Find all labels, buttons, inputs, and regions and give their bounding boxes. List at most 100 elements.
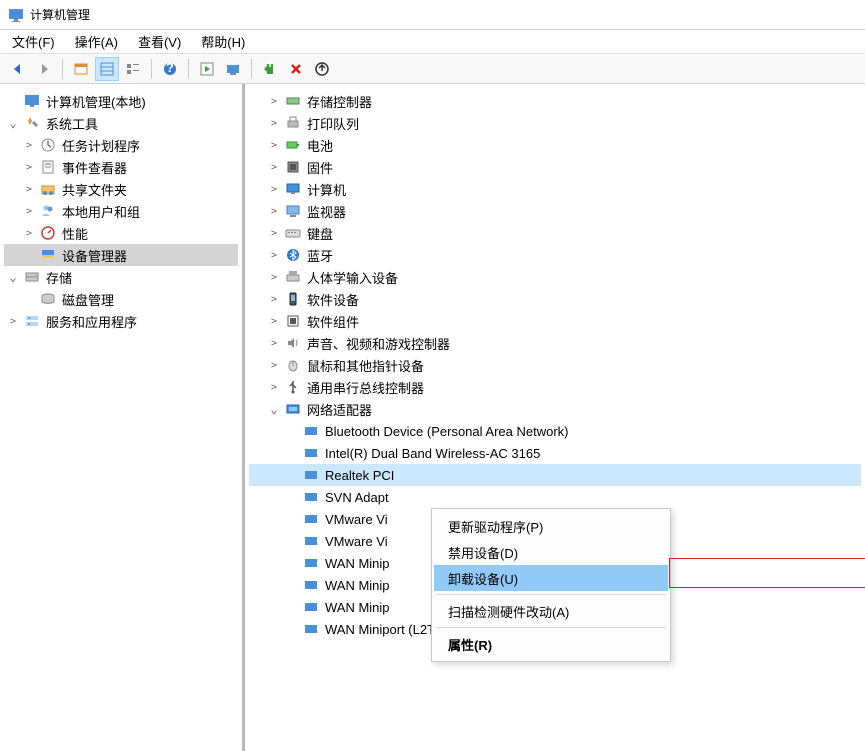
tree-task-scheduler[interactable]: 任务计划程序 [4,134,238,156]
delete-button[interactable] [284,57,308,81]
network-adapter-icon [302,422,320,440]
network-adapter-icon [302,620,320,638]
computer-mgmt-icon [23,92,41,110]
expander-icon[interactable] [267,118,281,129]
hid-icon [284,268,302,286]
main-panel: 计算机管理(本地) 系统工具 任务计划程序 事件查看器 共享文件夹 本地用户和组 [0,84,865,751]
expander-icon[interactable] [267,316,281,327]
up-button[interactable] [69,57,93,81]
tree-root[interactable]: 计算机管理(本地) [4,90,238,112]
tree-label: WAN Minip [323,600,392,615]
net-intel-wireless[interactable]: Intel(R) Dual Band Wireless-AC 3165 [249,442,861,464]
expander-icon[interactable] [267,272,281,283]
bluetooth-icon [284,246,302,264]
menu-file[interactable]: 文件(F) [8,30,59,53]
ctx-uninstall-device[interactable]: 卸载设备(U) [434,565,668,591]
expander-icon[interactable] [267,294,281,305]
mouse-icon [284,356,302,374]
tree-label: 声音、视频和游戏控制器 [305,334,452,353]
expander-icon[interactable] [267,96,281,107]
play-button[interactable] [195,57,219,81]
tree-label: VMware Vi [323,534,390,549]
ctx-label: 禁用设备(D) [448,543,518,562]
menu-view[interactable]: 查看(V) [134,30,185,53]
cat-mouse[interactable]: 鼠标和其他指针设备 [249,354,861,376]
tree-event-viewer[interactable]: 事件查看器 [4,156,238,178]
ctx-properties[interactable]: 属性(R) [434,631,668,657]
view-details-button[interactable] [95,57,119,81]
battery-icon [284,136,302,154]
ctx-label: 卸载设备(U) [448,569,518,588]
tree-label: 磁盘管理 [60,290,116,309]
scan-hardware-button[interactable] [221,57,245,81]
expander-icon[interactable] [6,270,20,284]
cat-software-components[interactable]: 软件组件 [249,310,861,332]
expander-icon[interactable] [6,116,20,130]
network-adapter-icon [302,444,320,462]
expander-icon[interactable] [267,360,281,371]
tree-device-manager[interactable]: 设备管理器 [4,244,238,266]
expander-icon[interactable] [267,184,281,195]
tree-system-tools[interactable]: 系统工具 [4,112,238,134]
storage-icon [23,268,41,286]
cat-firmware[interactable]: 固件 [249,156,861,178]
expander-icon[interactable] [267,206,281,217]
net-bluetooth-pan[interactable]: Bluetooth Device (Personal Area Network) [249,420,861,442]
forward-button[interactable] [32,57,56,81]
tree-shared-folders[interactable]: 共享文件夹 [4,178,238,200]
cat-sound[interactable]: 声音、视频和游戏控制器 [249,332,861,354]
ctx-disable-device[interactable]: 禁用设备(D) [434,539,668,565]
expander-icon[interactable] [267,338,281,349]
tree-performance[interactable]: 性能 [4,222,238,244]
clock-icon [39,136,57,154]
cat-usb[interactable]: 通用串行总线控制器 [249,376,861,398]
menubar: 文件(F) 操作(A) 查看(V) 帮助(H) [0,30,865,54]
cat-software-devices[interactable]: 软件设备 [249,288,861,310]
expander-icon[interactable] [267,162,281,173]
update-button[interactable] [310,57,334,81]
tree-label: 共享文件夹 [60,180,129,199]
view-list-button[interactable] [121,57,145,81]
ctx-scan-hardware[interactable]: 扫描检测硬件改动(A) [434,598,668,624]
ctx-update-driver[interactable]: 更新驱动程序(P) [434,513,668,539]
expander-icon[interactable] [22,162,36,173]
cat-battery[interactable]: 电池 [249,134,861,156]
expander-icon[interactable] [22,228,36,239]
expander-icon[interactable] [267,250,281,261]
cat-computer[interactable]: 计算机 [249,178,861,200]
net-realtek[interactable]: Realtek PCI [249,464,861,486]
cat-storage-ctrl[interactable]: 存储控制器 [249,90,861,112]
tree-label: 软件设备 [305,290,361,309]
menu-action[interactable]: 操作(A) [71,30,122,53]
expander-icon[interactable] [22,206,36,217]
cat-monitor[interactable]: 监视器 [249,200,861,222]
tree-storage[interactable]: 存储 [4,266,238,288]
cat-keyboard[interactable]: 键盘 [249,222,861,244]
network-icon [284,400,302,418]
toolbar-separator [62,59,63,79]
help-button[interactable]: ? [158,57,182,81]
cat-hid[interactable]: 人体学输入设备 [249,266,861,288]
expander-icon[interactable] [267,402,281,416]
cat-print-queue[interactable]: 打印队列 [249,112,861,134]
tree-local-users[interactable]: 本地用户和组 [4,200,238,222]
tree-label: 软件组件 [305,312,361,331]
tree-disk-management[interactable]: 磁盘管理 [4,288,238,310]
cat-network-adapters[interactable]: 网络适配器 [249,398,861,420]
cat-bluetooth[interactable]: 蓝牙 [249,244,861,266]
network-adapter-icon [302,532,320,550]
expander-icon[interactable] [267,140,281,151]
tree-services-apps[interactable]: 服务和应用程序 [4,310,238,332]
enable-button[interactable] [258,57,282,81]
usb-icon [284,378,302,396]
menu-help[interactable]: 帮助(H) [197,30,249,53]
expander-icon[interactable] [267,228,281,239]
tree-label: SVN Adapt [323,490,391,505]
expander-icon[interactable] [6,316,20,327]
back-button[interactable] [6,57,30,81]
window-title: 计算机管理 [30,6,90,23]
expander-icon[interactable] [22,184,36,195]
expander-icon[interactable] [267,382,281,393]
expander-icon[interactable] [22,140,36,151]
net-svn-adapter[interactable]: SVN Adapt [249,486,861,508]
